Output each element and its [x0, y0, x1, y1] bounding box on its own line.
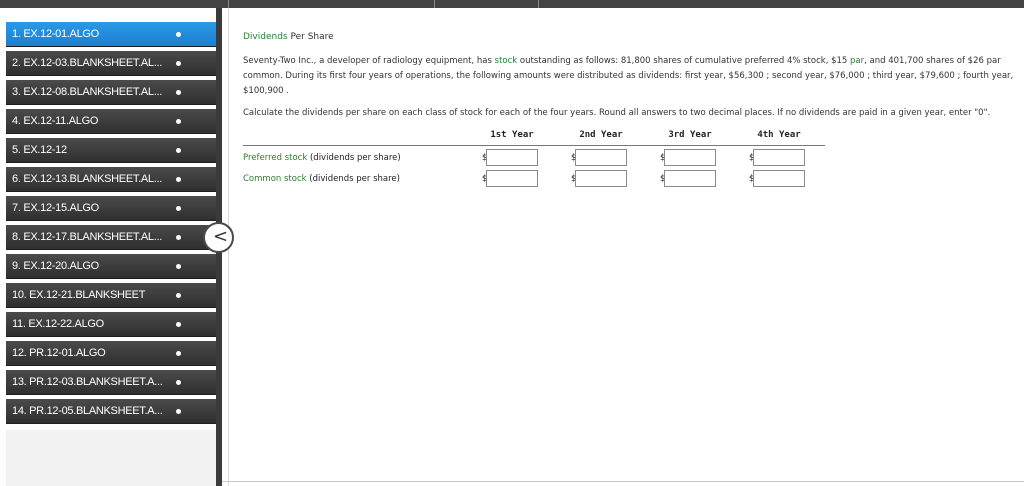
- sidebar-item-label: 12. PR.12-01.ALGO: [12, 347, 106, 359]
- row-label-text: (dividends per share): [307, 153, 401, 163]
- sidebar-item-label: 9. EX.12-20.ALGO: [12, 260, 99, 272]
- status-dot-icon: [176, 351, 181, 356]
- assignment-sidebar: 1. EX.12-01.ALGO 2. EX.12-03.BLANKSHEET.…: [6, 22, 216, 428]
- sidebar-item-label: 13. PR.12-03.BLANKSHEET.A...: [12, 376, 163, 388]
- status-dot-icon: [176, 32, 181, 37]
- status-dot-icon: [176, 293, 181, 298]
- toolbar-divider: [538, 0, 539, 8]
- common-year1-input[interactable]: [486, 170, 538, 187]
- status-dot-icon: [176, 148, 181, 153]
- sidebar-item-label: 2. EX.12-03.BLANKSHEET.AL...: [12, 57, 162, 69]
- status-dot-icon: [176, 90, 181, 95]
- left-panel: 1. EX.12-01.ALGO 2. EX.12-03.BLANKSHEET.…: [0, 8, 222, 486]
- common-year2-input[interactable]: [575, 170, 627, 187]
- sidebar-item-ex-12-11[interactable]: 4. EX.12-11.ALGO: [6, 109, 216, 134]
- sidebar-item-ex-12-20[interactable]: 9. EX.12-20.ALGO: [6, 254, 216, 279]
- sidebar-item-pr-12-03[interactable]: 13. PR.12-03.BLANKSHEET.A...: [6, 370, 216, 395]
- instructions: Calculate the dividends per share on eac…: [243, 108, 991, 118]
- top-toolbar-strip: [0, 0, 1024, 8]
- preferred-year4-input[interactable]: [753, 149, 805, 166]
- toolbar-divider: [228, 0, 229, 8]
- problem-description: Seventy-Two Inc., a developer of radiolo…: [243, 54, 1023, 99]
- problem-content: Dividends Per Share Seventy-Two Inc., a …: [228, 8, 1024, 486]
- sidebar-item-label: 6. EX.12-13.BLANKSHEET.AL...: [12, 173, 162, 185]
- sidebar-item-label: 14. PR.12-05.BLANKSHEET.A...: [12, 405, 163, 417]
- sidebar-item-label: 4. EX.12-11.ALGO: [12, 115, 99, 127]
- sidebar-item-ex-12-13[interactable]: 6. EX.12-13.BLANKSHEET.AL...: [6, 167, 216, 192]
- sidebar-empty-area: [6, 430, 216, 486]
- common-stock-link[interactable]: Common stock: [243, 174, 307, 184]
- par-glossary-link[interactable]: par: [850, 56, 864, 66]
- sidebar-item-label: 1. EX.12-01.ALGO: [12, 28, 99, 40]
- sidebar-item-pr-12-01[interactable]: 12. PR.12-01.ALGO: [6, 341, 216, 366]
- row-label-common: Common stock (dividends per share): [243, 174, 400, 184]
- sidebar-item-label: 3. EX.12-08.BLANKSHEET.AL...: [12, 86, 162, 98]
- sidebar-item-pr-12-05[interactable]: 14. PR.12-05.BLANKSHEET.A...: [6, 399, 216, 424]
- status-dot-icon: [176, 322, 181, 327]
- sidebar-item-ex-12-17[interactable]: 8. EX.12-17.BLANKSHEET.AL...: [6, 225, 216, 250]
- column-header-4th-year: 4th Year: [757, 130, 801, 140]
- sidebar-item-label: 8. EX.12-17.BLANKSHEET.AL...: [12, 231, 162, 243]
- column-header-3rd-year: 3rd Year: [668, 130, 712, 140]
- status-dot-icon: [176, 61, 181, 66]
- sidebar-item-ex-12-08[interactable]: 3. EX.12-08.BLANKSHEET.AL...: [6, 80, 216, 105]
- status-dot-icon: [176, 264, 181, 269]
- preferred-year2-input[interactable]: [575, 149, 627, 166]
- row-label-preferred: Preferred stock (dividends per share): [243, 153, 401, 163]
- sidebar-item-label: 10. EX.12-21.BLANKSHEET: [12, 289, 146, 301]
- status-dot-icon: [176, 409, 181, 414]
- collapse-sidebar-button[interactable]: <: [203, 222, 234, 253]
- title-link[interactable]: Dividends: [243, 32, 288, 42]
- status-dot-icon: [176, 206, 181, 211]
- description-text: Seventy-Two Inc., a developer of radiolo…: [243, 56, 495, 66]
- status-dot-icon: [176, 380, 181, 385]
- column-header-1st-year: 1st Year: [490, 130, 534, 140]
- sidebar-item-ex-12-22[interactable]: 11. EX.12-22.ALGO: [6, 312, 216, 337]
- preferred-stock-link[interactable]: Preferred stock: [243, 153, 307, 163]
- description-text: outstanding as follows: 81,800 shares of…: [517, 56, 851, 66]
- page-title: Dividends Per Share: [243, 32, 334, 42]
- common-year4-input[interactable]: [753, 170, 805, 187]
- toolbar-divider: [434, 0, 435, 8]
- sidebar-item-ex-12-01[interactable]: 1. EX.12-01.ALGO: [6, 22, 216, 47]
- table-header-divider: [243, 145, 825, 146]
- row-label-text: (dividends per share): [306, 174, 400, 184]
- status-dot-icon: [176, 177, 181, 182]
- title-text: Per Share: [287, 32, 334, 42]
- sidebar-item-label: 5. EX.12-12: [12, 144, 67, 156]
- common-year3-input[interactable]: [664, 170, 716, 187]
- stock-glossary-link[interactable]: stock: [495, 56, 518, 66]
- column-header-2nd-year: 2nd Year: [579, 130, 623, 140]
- sidebar-item-ex-12-15[interactable]: 7. EX.12-15.ALGO: [6, 196, 216, 221]
- preferred-year1-input[interactable]: [486, 149, 538, 166]
- status-dot-icon: [176, 235, 181, 240]
- status-dot-icon: [176, 119, 181, 124]
- content-bottom-border: [222, 481, 1024, 482]
- sidebar-item-ex-12-03[interactable]: 2. EX.12-03.BLANKSHEET.AL...: [6, 51, 216, 76]
- sidebar-item-label: 7. EX.12-15.ALGO: [12, 202, 99, 214]
- chevron-left-icon: <: [213, 226, 229, 247]
- sidebar-item-ex-12-21[interactable]: 10. EX.12-21.BLANKSHEET: [6, 283, 216, 308]
- preferred-year3-input[interactable]: [664, 149, 716, 166]
- sidebar-item-label: 11. EX.12-22.ALGO: [12, 318, 104, 330]
- sidebar-item-ex-12-12[interactable]: 5. EX.12-12: [6, 138, 216, 163]
